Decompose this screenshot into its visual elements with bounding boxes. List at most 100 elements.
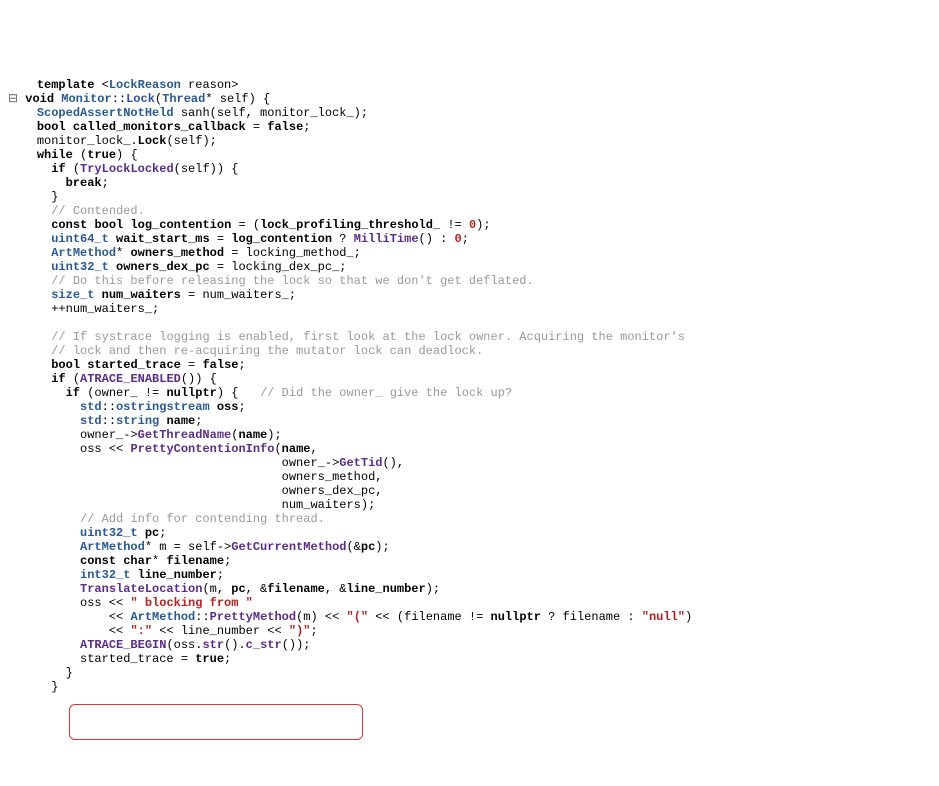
t: ; bbox=[102, 176, 109, 190]
kw: if bbox=[66, 386, 80, 400]
type: size_t bbox=[51, 288, 94, 302]
code-block: template <LockReason reason> ⊟ void Moni… bbox=[8, 64, 931, 708]
t: > bbox=[231, 78, 238, 92]
t: (owner_ != bbox=[80, 386, 166, 400]
var: pc bbox=[145, 526, 159, 540]
t: ; bbox=[238, 358, 245, 372]
t: = num_waiters_; bbox=[181, 288, 296, 302]
kw: true bbox=[195, 652, 224, 666]
t: () : bbox=[419, 232, 455, 246]
id: lock_profiling_threshold_ bbox=[260, 218, 440, 232]
id: name bbox=[282, 442, 311, 456]
t: < bbox=[94, 78, 108, 92]
t: ; bbox=[462, 232, 469, 246]
fn: TranslateLocation bbox=[80, 582, 202, 596]
t: << line_number << bbox=[152, 624, 289, 638]
kw: nullptr bbox=[491, 610, 541, 624]
fn: PrettyContentionInfo bbox=[130, 442, 274, 456]
t: ( bbox=[274, 442, 281, 456]
t: started_trace = bbox=[80, 652, 195, 666]
t: << (filename != bbox=[368, 610, 490, 624]
kw: template bbox=[37, 78, 95, 92]
kw: const bbox=[51, 218, 87, 232]
ns: std bbox=[80, 400, 102, 414]
kw: bool bbox=[37, 120, 66, 134]
fn: GetCurrentMethod bbox=[231, 540, 346, 554]
comment: // lock and then re-acquiring the mutato… bbox=[51, 344, 483, 358]
kw: bool bbox=[51, 358, 80, 372]
var: line_number bbox=[138, 568, 217, 582]
t: = bbox=[246, 120, 268, 134]
str: "null" bbox=[642, 610, 685, 624]
t: ( bbox=[73, 148, 87, 162]
t bbox=[138, 526, 145, 540]
fn: GetThreadName bbox=[138, 428, 232, 442]
t: } bbox=[51, 190, 58, 204]
t: ); bbox=[375, 540, 389, 554]
str: ")" bbox=[289, 624, 311, 638]
t bbox=[210, 400, 217, 414]
t: ++num_waiters_; bbox=[51, 302, 159, 316]
t: (m) << bbox=[296, 610, 346, 624]
t: ; bbox=[238, 400, 245, 414]
kw: break bbox=[66, 176, 102, 190]
cls: Monitor bbox=[61, 92, 111, 106]
fn: c_str bbox=[246, 638, 282, 652]
kw: false bbox=[202, 358, 238, 372]
id: filename bbox=[267, 582, 325, 596]
t: ( bbox=[66, 372, 80, 386]
t: ); bbox=[426, 582, 440, 596]
t: owners_method, bbox=[282, 470, 383, 484]
t: owner_-> bbox=[282, 456, 340, 470]
t: * bbox=[205, 92, 212, 106]
id: reason bbox=[188, 78, 231, 92]
kw: void bbox=[25, 92, 54, 106]
t: , & bbox=[325, 582, 347, 596]
t: != bbox=[440, 218, 469, 232]
t: ; bbox=[159, 526, 166, 540]
var: owners_dex_pc bbox=[116, 260, 210, 274]
t: = bbox=[181, 358, 203, 372]
arg: self bbox=[213, 92, 249, 106]
t: :: bbox=[102, 414, 116, 428]
kw: false bbox=[267, 120, 303, 134]
t bbox=[109, 232, 116, 246]
t: :: bbox=[102, 400, 116, 414]
fn: GetTid bbox=[339, 456, 382, 470]
type: ScopedAssertNotHeld bbox=[37, 106, 174, 120]
t: (oss. bbox=[166, 638, 202, 652]
t: ); bbox=[267, 428, 281, 442]
comment: // Add info for contending thread. bbox=[80, 512, 325, 526]
comment: // If systrace logging is enabled, first… bbox=[51, 330, 685, 344]
str: "(" bbox=[347, 610, 369, 624]
t: , bbox=[310, 442, 317, 456]
kw: true bbox=[87, 148, 116, 162]
kw: nullptr bbox=[166, 386, 216, 400]
type: uint32_t bbox=[51, 260, 109, 274]
t: ; bbox=[217, 568, 224, 582]
var: oss bbox=[217, 400, 239, 414]
t: num_waiters); bbox=[282, 498, 376, 512]
highlight-annotation bbox=[69, 704, 363, 740]
fn: MilliTime bbox=[354, 232, 419, 246]
t: , & bbox=[246, 582, 268, 596]
t: ; bbox=[310, 624, 317, 638]
num: 0 bbox=[455, 232, 462, 246]
kw: if bbox=[51, 162, 65, 176]
t: sanh(self, monitor_lock_); bbox=[174, 106, 368, 120]
t: ; bbox=[224, 554, 231, 568]
t bbox=[66, 120, 73, 134]
fn: ATRACE_ENABLED bbox=[80, 372, 181, 386]
type: ArtMethod bbox=[51, 246, 116, 260]
t: ; bbox=[303, 120, 310, 134]
t: :: bbox=[112, 92, 126, 106]
t: (m, bbox=[202, 582, 231, 596]
var: name bbox=[166, 414, 195, 428]
t: * m = self-> bbox=[145, 540, 231, 554]
id: log_contention bbox=[231, 232, 332, 246]
t: * bbox=[152, 554, 166, 568]
t: owner_-> bbox=[80, 428, 138, 442]
id: pc bbox=[231, 582, 245, 596]
type: uint32_t bbox=[80, 526, 138, 540]
t: << bbox=[109, 610, 131, 624]
